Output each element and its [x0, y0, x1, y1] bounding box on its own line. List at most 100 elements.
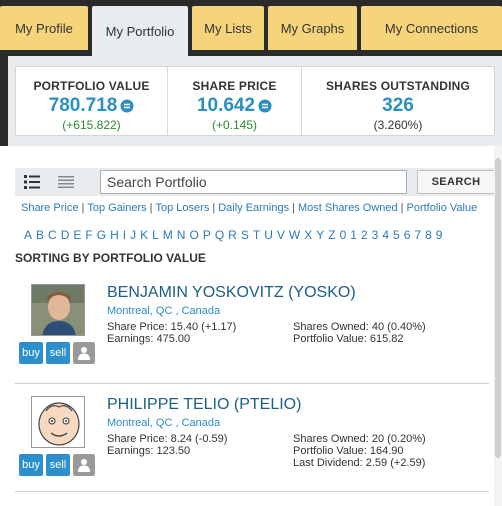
scrollbar[interactable] [494, 146, 502, 506]
alphabet-link[interactable]: 2 [361, 228, 368, 242]
user-stats-right: Shares Owned: 20 (0.20%) Portfolio Value… [293, 433, 426, 469]
alphabet-link[interactable]: Q [215, 228, 224, 242]
alphabet-link[interactable]: V [277, 228, 285, 242]
alphabet-link[interactable]: 1 [350, 228, 357, 242]
stat-number: 10.642 [196, 95, 256, 116]
alphabet-link[interactable]: G [97, 228, 106, 242]
search-button[interactable]: SEARCH [417, 170, 495, 194]
sell-button[interactable]: sell [46, 342, 70, 364]
alphabet-link[interactable]: X [304, 228, 312, 242]
alphabet-link[interactable]: K [140, 228, 148, 242]
buy-button[interactable]: buy [19, 454, 43, 476]
alphabet-link[interactable]: A [24, 228, 32, 242]
stat-change: (3.260%) [373, 118, 423, 132]
stat-change: (+615.822) [62, 118, 121, 132]
user-handle: (YOSKO) [288, 284, 356, 301]
left-edge [0, 56, 8, 146]
alphabet-link[interactable]: E [73, 228, 81, 242]
stat-label: PORTFOLIO VALUE [33, 79, 150, 93]
filter-top-gainers[interactable]: Top Gainers [87, 202, 146, 214]
separator: | [292, 202, 295, 214]
compact-view-icon[interactable] [55, 172, 77, 192]
profile-button[interactable] [73, 342, 95, 364]
stat-change: (+0.145) [211, 118, 258, 132]
filter-share-price[interactable]: Share Price [21, 202, 78, 214]
search-input[interactable] [100, 170, 407, 194]
list-view-icon[interactable] [21, 172, 43, 192]
user-location[interactable]: Montreal, QC , Canada [107, 417, 220, 429]
share-price: Share Price: 8.24 (-0.59) [107, 433, 228, 445]
alphabet-link[interactable]: J [130, 228, 136, 242]
alphabet-link[interactable]: 3 [372, 228, 379, 242]
stat-number: 326 [382, 95, 414, 116]
alphabet-link[interactable]: 8 [425, 228, 432, 242]
tab-my-portfolio[interactable]: My Portfolio [92, 6, 188, 56]
portfolio-value: Portfolio Value: 615.82 [293, 333, 404, 345]
alphabet-link[interactable]: B [36, 228, 44, 242]
separator: | [212, 202, 216, 214]
last-dividend: Last Dividend: 2.59 (+2.59) [293, 457, 426, 469]
alphabet-link[interactable]: T [253, 228, 260, 242]
earnings: Earnings: 123.50 [107, 445, 191, 457]
alphabet-link[interactable]: C [48, 228, 57, 242]
stat-value: 10.642 [168, 95, 301, 117]
tab-my-profile[interactable]: My Profile [0, 6, 88, 50]
tab-my-lists[interactable]: My Lists [192, 6, 264, 50]
alphabet-link[interactable]: Z [328, 228, 335, 242]
filter-most-shares-owned[interactable]: Most Shares Owned [298, 202, 398, 214]
alphabet-link[interactable]: F [85, 228, 92, 242]
user-stats-right: Shares Owned: 40 (0.40%) Portfolio Value… [293, 321, 426, 345]
alphabet-link[interactable]: 4 [382, 228, 389, 242]
coin-icon [120, 99, 134, 113]
avatar[interactable] [31, 396, 85, 448]
profile-button[interactable] [73, 454, 95, 476]
sorting-label: SORTING BY PORTFOLIO VALUE [15, 251, 206, 265]
user-name-link[interactable]: PHILIPPE TELIO (PTELIO) [107, 396, 301, 414]
alphabet-link[interactable]: N [177, 228, 186, 242]
alphabet-link[interactable]: H [110, 228, 119, 242]
alphabet-link[interactable]: D [61, 228, 70, 242]
alphabet-link[interactable]: 7 [414, 228, 421, 242]
avatar[interactable] [31, 284, 85, 336]
alphabet-link[interactable]: M [163, 228, 173, 242]
alphabet-link[interactable]: U [264, 228, 273, 242]
user-name: PHILIPPE TELIO [107, 396, 230, 413]
alphabet-link[interactable]: W [289, 228, 300, 242]
alphabet-link[interactable]: P [203, 228, 211, 242]
alphabet-link[interactable]: L [152, 228, 159, 242]
portfolio-entry: buy sell PHILIPPE TELIO (PTELIO) Montrea… [15, 390, 489, 492]
alphabet-link[interactable]: R [228, 228, 237, 242]
sell-button[interactable]: sell [46, 454, 70, 476]
alphabet-link[interactable]: S [241, 228, 249, 242]
earnings: Earnings: 475.00 [107, 333, 191, 345]
filter-portfolio-value[interactable]: Portfolio Value [406, 202, 477, 214]
filter-top-losers[interactable]: Top Losers [156, 202, 210, 214]
stat-value: 780.718 [16, 95, 167, 117]
tab-my-graphs[interactable]: My Graphs [268, 6, 357, 50]
entry-actions: buy sell [19, 342, 95, 364]
alphabet-link[interactable]: 0 [340, 228, 347, 242]
stat-share-price: SHARE PRICE 10.642 (+0.145) [167, 67, 301, 135]
alphabet-link[interactable]: 9 [436, 228, 443, 242]
person-icon [78, 347, 90, 360]
alphabet-link[interactable]: I [123, 228, 126, 242]
alphabet-link[interactable]: 5 [393, 228, 400, 242]
tab-my-connections[interactable]: My Connections [361, 6, 502, 50]
alphabet-link[interactable]: 6 [404, 228, 411, 242]
shares-owned: Shares Owned: 40 (0.40%) [293, 321, 426, 333]
user-location[interactable]: Montreal, QC , Canada [107, 305, 220, 317]
buy-button[interactable]: buy [19, 342, 43, 364]
sort-filter-links: Share Price | Top Gainers | Top Losers | Daily… [21, 202, 477, 214]
alphabet-link[interactable]: O [189, 228, 198, 242]
stat-label: SHARE PRICE [192, 79, 277, 93]
scrollbar-thumb[interactable] [495, 158, 501, 458]
separator: | [81, 202, 85, 214]
share-price: Share Price: 15.40 (+1.17) [107, 321, 237, 333]
alphabet-link[interactable]: Y [316, 228, 324, 242]
coin-icon [258, 99, 272, 113]
user-name-link[interactable]: BENJAMIN YOSKOVITZ (YOSKO) [107, 284, 356, 302]
portfolio-toolbar: SEARCH [15, 168, 497, 196]
tab-bar: My Profile My Portfolio My Lists My Grap… [0, 0, 502, 56]
filter-daily-earnings[interactable]: Daily Earnings [218, 202, 289, 214]
alphabet-index: ABCDEFGHIJKLMNOPQRSTUVWXYZ0123456789 [24, 228, 446, 242]
